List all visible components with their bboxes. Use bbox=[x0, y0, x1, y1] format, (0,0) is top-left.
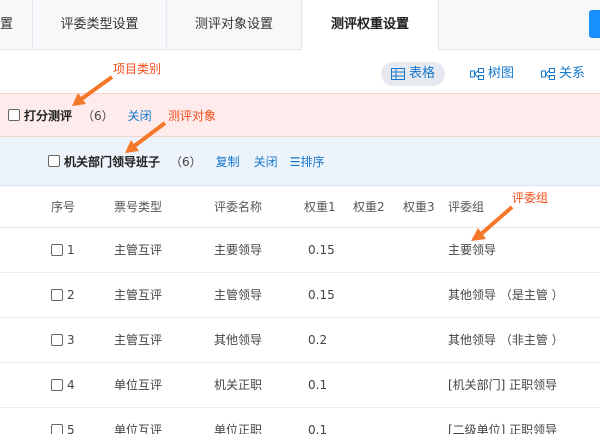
row-seq: 2 bbox=[67, 288, 75, 302]
row-ticket-type: 单位互评 bbox=[114, 378, 163, 392]
tab-evaluation-object-settings[interactable]: 测评对象设置 bbox=[167, 0, 302, 50]
row-judge-name: 其他领导 bbox=[214, 333, 263, 347]
table-row: 5 单位互评 单位正职 0.1 [二级单位] 正职领导 bbox=[0, 408, 600, 434]
row-weight1[interactable]: 0.1 bbox=[308, 363, 327, 408]
row-ticket-type: 主管互评 bbox=[114, 243, 163, 257]
view-relation-label: 关系 bbox=[559, 66, 586, 81]
table-row: 1 主管互评 主要领导 0.15 主要领导 bbox=[0, 228, 600, 273]
row-seq: 1 bbox=[67, 243, 75, 257]
tree-icon bbox=[470, 68, 484, 80]
object-checkbox[interactable] bbox=[48, 155, 60, 167]
category-count: （6） bbox=[82, 108, 114, 123]
row-checkbox[interactable] bbox=[51, 423, 63, 434]
row-seq-cell: 4 bbox=[51, 363, 75, 408]
object-copy-link[interactable]: 复制 bbox=[216, 153, 240, 170]
object-row: 机关部门领导班子 （6） 复制 关闭 ☰排序 bbox=[0, 137, 600, 186]
view-toggle-bar: 表格 树图 关系 bbox=[0, 50, 600, 93]
row-checkbox[interactable] bbox=[51, 333, 63, 346]
annotation-judge-group: 评委组 bbox=[512, 191, 549, 205]
row-judge-group: [二级单位] 正职领导 bbox=[448, 423, 558, 434]
header-weight2: 权重2 bbox=[353, 200, 385, 214]
category-close-link[interactable]: 关闭 bbox=[128, 107, 152, 124]
row-ticket-type: 主管互评 bbox=[114, 333, 163, 347]
row-judge-name: 单位正职 bbox=[214, 423, 263, 434]
row-weight1[interactable]: 0.15 bbox=[308, 273, 335, 318]
table-row: 4 单位互评 机关正职 0.1 [机关部门] 正职领导 bbox=[0, 363, 600, 408]
row-judge-group: 主要领导 bbox=[448, 243, 497, 257]
row-checkbox[interactable] bbox=[51, 243, 63, 256]
row-checkbox[interactable] bbox=[51, 378, 63, 391]
table-row: 3 主管互评 其他领导 0.2 其他领导 （非主管 ） bbox=[0, 318, 600, 363]
category-label: 打分测评 bbox=[24, 108, 73, 123]
row-judge-group: 其他领导 （非主管 ） bbox=[448, 333, 564, 347]
view-table-button[interactable]: 表格 bbox=[381, 62, 446, 86]
header-seq: 序号 bbox=[51, 200, 76, 214]
category-row: 打分测评 （6） 关闭 bbox=[0, 93, 600, 137]
row-seq: 3 bbox=[67, 333, 75, 347]
tab-judge-type-settings[interactable]: 评委类型设置 bbox=[33, 0, 167, 50]
row-seq-cell: 2 bbox=[51, 273, 75, 318]
header-weight1: 权重1 bbox=[304, 200, 336, 214]
table-header: 序号 票号类型 评委名称 权重1 权重2 权重3 评委组 bbox=[0, 186, 600, 228]
row-judge-group: 其他领导 （是主管 ） bbox=[448, 288, 564, 302]
view-relation-button[interactable]: 关系 bbox=[541, 62, 585, 86]
row-checkbox[interactable] bbox=[51, 288, 63, 301]
header-judge-name: 评委名称 bbox=[214, 200, 263, 214]
header-weight3: 权重3 bbox=[403, 200, 435, 214]
category-checkbox[interactable] bbox=[8, 109, 20, 121]
view-tree-button[interactable]: 树图 bbox=[470, 62, 514, 86]
row-judge-name: 主要领导 bbox=[214, 243, 263, 257]
object-count: （6） bbox=[170, 154, 202, 169]
primary-action-button[interactable] bbox=[589, 10, 600, 38]
row-judge-name: 机关正职 bbox=[214, 378, 263, 392]
row-weight1[interactable]: 0.2 bbox=[308, 318, 327, 363]
row-ticket-type: 单位互评 bbox=[114, 423, 163, 434]
row-seq-cell: 5 bbox=[51, 408, 75, 434]
row-judge-name: 主管领导 bbox=[214, 288, 263, 302]
row-weight1[interactable]: 0.15 bbox=[308, 228, 335, 273]
header-ticket-type: 票号类型 bbox=[114, 200, 163, 214]
annotation-object: 测评对象 bbox=[168, 109, 217, 123]
annotation-category: 项目类别 bbox=[113, 62, 162, 76]
row-weight1[interactable]: 0.1 bbox=[308, 408, 327, 434]
object-label: 机关部门领导班子 bbox=[64, 154, 161, 169]
row-seq: 5 bbox=[67, 423, 75, 434]
row-judge-group: [机关部门] 正职领导 bbox=[448, 378, 558, 392]
relation-icon bbox=[541, 68, 555, 80]
header-judge-group: 评委组 bbox=[448, 200, 485, 214]
object-sort-link[interactable]: ☰排序 bbox=[290, 153, 325, 170]
view-tree-label: 树图 bbox=[488, 66, 515, 81]
tab-evaluation-weight-settings[interactable]: 测评权重设置 bbox=[302, 0, 439, 51]
row-seq: 4 bbox=[67, 378, 75, 392]
row-seq-cell: 3 bbox=[51, 318, 75, 363]
view-table-label: 表格 bbox=[409, 66, 436, 81]
table-icon bbox=[391, 68, 405, 80]
table-row: 2 主管互评 主管领导 0.15 其他领导 （是主管 ） bbox=[0, 273, 600, 318]
tab-bar: 置 评委类型设置 测评对象设置 测评权重设置 bbox=[0, 0, 600, 51]
row-ticket-type: 主管互评 bbox=[114, 288, 163, 302]
row-seq-cell: 1 bbox=[51, 228, 75, 273]
tab-settings-partial[interactable]: 置 bbox=[0, 0, 33, 50]
object-close-link[interactable]: 关闭 bbox=[254, 153, 278, 170]
